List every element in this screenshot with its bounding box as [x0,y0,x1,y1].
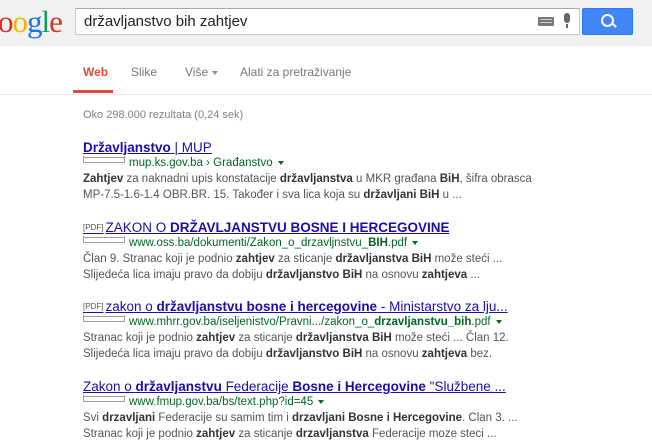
tab-more-label: Više [185,65,209,79]
tab-images[interactable]: Slike [131,65,157,79]
search-input[interactable] [84,11,534,32]
tab-search-tools[interactable]: Alati za pretraživanje [240,65,351,79]
url-thumbnail-icon [83,395,125,402]
url-thumbnail-icon [83,315,125,322]
google-logo[interactable]: oogle [0,4,63,40]
chevron-down-icon [212,70,219,75]
tab-more[interactable]: Više [185,65,219,79]
url-options-dropdown[interactable] [318,399,325,404]
result-snippet: Stranac koji je podnio zahtjev za stican… [83,332,509,344]
search-result: [PDF] zakon o državljanstvu bosne i herce… [83,298,643,362]
result-snippet: Slijedeća lica imaju pravo da dobiju drž… [83,269,480,281]
result-url: www.mhrr.gov.ba/iseljenistvo/Pravni.../z… [83,315,643,330]
url-options-dropdown[interactable] [495,319,502,324]
url-thumbnail-icon [83,236,125,243]
result-title-link[interactable]: Zakon o državljanstvu Federacije Bosne i… [83,378,643,395]
url-options-dropdown[interactable] [277,160,284,165]
result-snippet: Svi drzavljani Federacije su samim tim i… [83,412,518,424]
top-bar: oogle [0,0,652,46]
result-title-link[interactable]: [PDF] zakon o državljanstvu bosne i herce… [83,298,643,315]
active-tab-indicator [73,90,113,93]
result-snippet: MP-7.5-1.6-1.4 OBR.BR. 15. Također i sva… [83,189,462,201]
search-result: [PDF] ZAKON O DRŽAVLJANSTVU BOSNE I HERCE… [83,219,643,283]
microphone-icon[interactable] [563,13,571,28]
pdf-tag: [PDF] [83,223,104,232]
result-url: www.oss.ba/dokumenti/Zakon_o_drzavljnstv… [83,236,643,251]
result-title-link[interactable]: [PDF] ZAKON O DRŽAVLJANSTVU BOSNE I HERCE… [83,219,643,236]
result-stats: Oko 298.000 rezultata (0,24 sek) [83,109,244,121]
result-snippet: Slijedeća lica imaju pravo da dobiju drž… [83,348,493,360]
result-snippet: Član 9. Stranac koji je podnio zahtjev z… [83,253,503,265]
result-snippet: Zahtjev za naknadni upis konstatacije dr… [83,173,532,185]
result-title-link[interactable]: Državljanstvo | MUP [83,139,643,156]
url-options-dropdown[interactable] [412,240,419,245]
result-url: www.fmup.gov.ba/bs/text.php?id=45 [83,395,643,410]
nav-bar: Web Slike Više Alati za pretraživanje [0,46,652,95]
result-url: mup.ks.gov.ba › Građanstvo [83,156,643,171]
search-result: Zakon o državljanstvu Federacije Bosne i… [83,378,643,442]
pdf-tag: [PDF] [83,302,104,311]
search-button[interactable] [582,8,633,35]
result-snippet: Stranac koji je podnio zahtjev za stican… [83,428,497,440]
search-result: Državljanstvo | MUP mup.ks.gov.ba › Građ… [83,139,643,203]
search-box[interactable] [75,8,580,35]
url-thumbnail-icon [83,156,125,163]
keyboard-icon[interactable] [538,17,554,26]
tab-web[interactable]: Web [83,65,108,79]
